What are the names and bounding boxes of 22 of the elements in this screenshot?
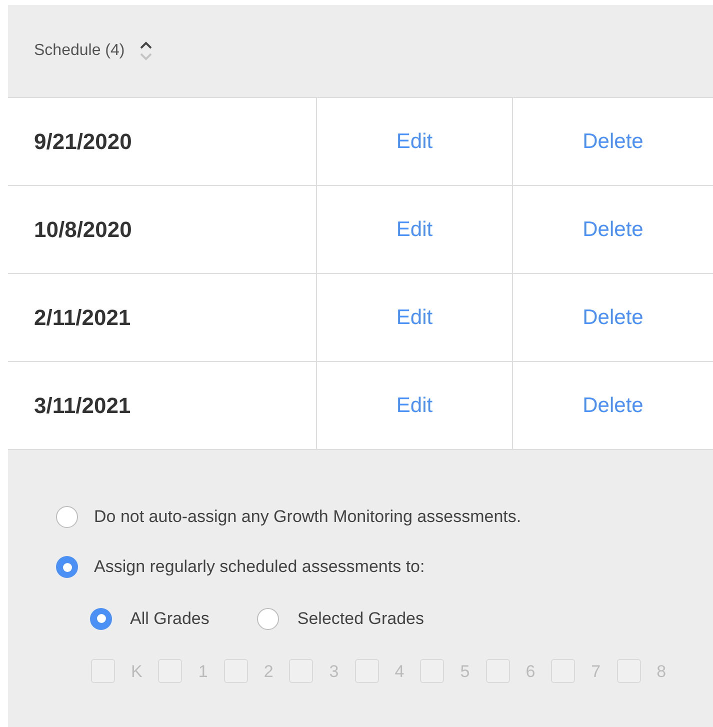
date-cell-text: 9/21/2020 bbox=[34, 128, 132, 156]
option-label: All Grades bbox=[130, 608, 210, 630]
radio-button[interactable] bbox=[90, 608, 112, 630]
delete-link[interactable]: Delete bbox=[582, 214, 644, 246]
edit-link[interactable]: Edit bbox=[396, 126, 433, 158]
date-cell-text: 3/11/2021 bbox=[34, 392, 131, 420]
date-cell-text: 2/11/2021 bbox=[34, 304, 131, 332]
edit-link[interactable]: Edit bbox=[396, 302, 433, 334]
radio-button[interactable] bbox=[56, 506, 78, 528]
delete-link[interactable]: Delete bbox=[582, 390, 644, 422]
option-label: Assign regularly scheduled assessments to: bbox=[94, 556, 425, 578]
date-cell-text: 10/8/2020 bbox=[34, 216, 132, 244]
edit-link[interactable]: Edit bbox=[396, 214, 433, 246]
sort-icon[interactable] bbox=[138, 39, 153, 63]
edit-link[interactable]: Edit bbox=[396, 390, 433, 422]
radio-button[interactable] bbox=[56, 556, 78, 578]
option-label: Do not auto-assign any Growth Monitoring assessments. bbox=[94, 506, 522, 528]
column-header: Schedule (4) bbox=[34, 41, 125, 61]
option-label: Selected Grades bbox=[297, 608, 424, 630]
delete-link[interactable]: Delete bbox=[582, 302, 644, 334]
radio-button[interactable] bbox=[257, 608, 280, 630]
delete-link[interactable]: Delete bbox=[582, 126, 644, 158]
